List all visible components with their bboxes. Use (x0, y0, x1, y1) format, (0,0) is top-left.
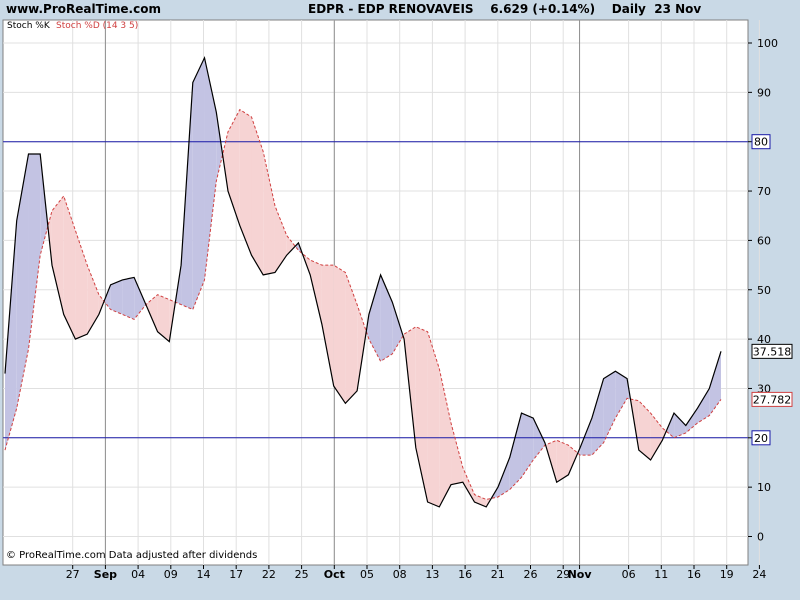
y-tick-label: 70 (757, 185, 771, 198)
x-tick-label: 05 (360, 568, 374, 581)
x-tick-label: 16 (687, 568, 701, 581)
chart-footer: © ProRealTime.com Data adjusted after di… (6, 550, 257, 561)
x-tick-label: Oct (324, 568, 345, 581)
stochastic-chart: 0102030405060708090100 27Sep040914172225… (2, 19, 793, 581)
fill-segment (192, 57, 205, 310)
x-tick-label: 08 (393, 568, 407, 581)
fill-segment (110, 279, 123, 315)
x-tick-label: 24 (752, 568, 766, 581)
x-tick-label: 21 (491, 568, 505, 581)
x-tick-label: 22 (262, 568, 276, 581)
x-tick-label: 04 (131, 568, 145, 581)
legend-d: Stoch %D (14 3 5) (56, 21, 138, 31)
x-tick-label: 17 (229, 568, 243, 581)
x-tick-label: Sep (94, 568, 117, 581)
fill-segment (333, 265, 346, 404)
last-value-label: 27.782 (753, 393, 792, 406)
y-tick-label: 10 (757, 481, 771, 494)
y-tick-label: 50 (757, 284, 771, 297)
x-tick-label: 11 (654, 568, 668, 581)
y-tick-label: 100 (757, 37, 778, 50)
x-tick-label: 16 (458, 568, 472, 581)
threshold-tag-label: 20 (754, 432, 768, 445)
y-tick-label: 90 (757, 86, 771, 99)
x-tick-label: 26 (524, 568, 538, 581)
y-tick-label: 60 (757, 234, 771, 247)
last-value-label: 37.518 (753, 345, 792, 358)
fill-segment (122, 277, 135, 320)
x-tick-label: 25 (295, 568, 309, 581)
x-tick-label: Nov (568, 568, 593, 581)
x-axis: 27 Sep 04 09 14 17 22 25 Oct 05 08 13 16 21 26 29Nov 06 1… (66, 565, 766, 581)
x-tick-label: 14 (197, 568, 211, 581)
legend-k: Stoch %K (7, 21, 51, 31)
x-tick-label: 13 (425, 568, 439, 581)
x-tick-label: 19 (720, 568, 734, 581)
y-tick-label: 0 (757, 531, 764, 544)
y-axis: 0102030405060708090100 (748, 37, 778, 544)
x-tick-label: 06 (622, 568, 636, 581)
x-tick-label: 09 (164, 568, 178, 581)
threshold-tag-label: 80 (754, 136, 768, 149)
x-tick-label: 27 (66, 568, 80, 581)
